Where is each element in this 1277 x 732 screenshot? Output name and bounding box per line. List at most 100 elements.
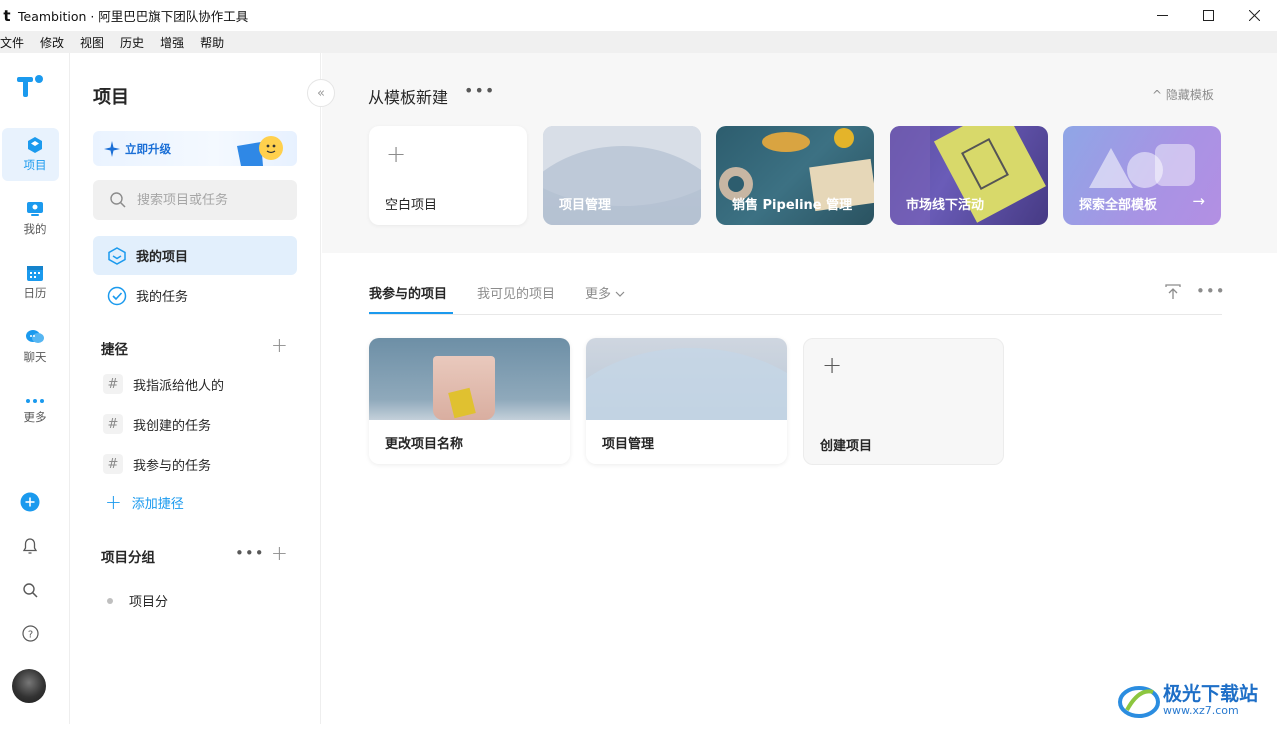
template-blank[interactable]: + 空白项目 [369,126,527,225]
menu-file[interactable]: 文件 [0,34,32,51]
project-card[interactable]: 项目管理 [586,338,787,464]
calendar-icon [27,266,43,281]
watermark: 极光下载站 www.xz7.com [1117,680,1258,720]
template-explore-all[interactable]: 探索全部模板 → [1063,126,1221,225]
template-offline-event[interactable]: 市场线下活动 [890,126,1048,225]
create-project-card[interactable]: + 创建项目 [803,338,1004,465]
help-icon: ? [21,624,39,642]
rail-item-more[interactable]: 更多 [0,396,70,425]
add-circle-icon [20,492,40,512]
plus-icon: + [822,351,843,379]
rail-label-more: 更多 [23,410,47,424]
template-label: 探索全部模板 [1079,198,1158,213]
maximize-icon [1202,10,1214,21]
project-name: 项目管理 [602,437,655,452]
template-label: 项目管理 [559,198,612,213]
menu-history[interactable]: 历史 [112,34,152,51]
hash-icon: # [103,374,123,394]
menu-bar: 文件 修改 视图 历史 增强 帮助 [0,31,1277,53]
export-icon[interactable] [1164,283,1182,301]
templates-title: 从模板新建 [368,88,449,107]
group-label: 项目分 [129,595,169,610]
groups-more-icon[interactable]: ••• [235,544,265,562]
rail-label-chat: 聊天 [23,350,47,364]
add-group-plus-icon[interactable]: + [271,541,288,565]
close-button[interactable] [1231,0,1277,31]
upgrade-label: 立即升级 [125,141,171,156]
menu-help[interactable]: 帮助 [192,34,232,51]
hash-icon: # [103,414,123,434]
shortcut-item[interactable]: # 我创建的任务 [103,413,211,435]
rail-item-chat[interactable]: 聊天 [0,328,70,365]
double-chevron-left-icon: « [317,85,325,101]
menu-view[interactable]: 视图 [72,34,112,51]
minimize-button[interactable] [1139,0,1185,31]
project-tabs: 我参与的项目 我可见的项目 更多 ••• [369,277,1225,315]
nav-my-tasks[interactable]: 我的任务 [93,276,297,315]
tab-participating[interactable]: 我参与的项目 [369,283,447,302]
rail-item-projects[interactable]: 项目 [0,128,70,181]
hash-icon: # [103,454,123,474]
search-icon [22,582,38,598]
close-icon [1248,10,1260,21]
more-actions-icon[interactable]: ••• [1196,283,1226,301]
create-project-label: 创建项目 [820,439,873,454]
bullet-dot-icon [107,597,113,604]
rail-label-calendar: 日历 [23,286,47,300]
rail-item-calendar[interactable]: 日历 [0,264,70,301]
bell-icon [22,538,38,554]
left-rail: 项目 我的 日历 聊天 更多 ? [0,53,70,724]
tab-visible[interactable]: 我可见的项目 [477,283,555,302]
chat-bubbles-icon [26,330,44,343]
plus-icon: + [386,140,407,168]
tabs-actions: ••• [1164,283,1226,301]
shortcuts-header: 捷径 [101,342,128,358]
svg-text:?: ? [27,629,32,640]
group-item[interactable]: 项目分 [107,591,168,610]
rail-item-mine[interactable]: 我的 [0,200,70,237]
watermark-logo-icon [1118,686,1160,718]
mascot-icon [237,135,283,166]
arrow-right-icon: → [1192,192,1205,210]
project-name: 更改项目名称 [385,437,464,452]
add-button[interactable] [19,491,41,513]
menu-enhance[interactable]: 增强 [152,34,192,51]
search-icon [110,192,126,208]
template-label: 空白项目 [385,198,438,213]
search-button[interactable] [19,579,41,601]
shortcut-label: 我指派给他人的 [133,378,225,394]
add-shortcut-plus-icon[interactable]: + [271,333,288,357]
templates-more-icon[interactable]: ••• [464,81,495,100]
project-card[interactable]: 更改项目名称 [369,338,570,464]
collapse-sidebar-button[interactable]: « [307,79,335,107]
templates-section: 从模板新建 ••• ^ 隐藏模板 + 空白项目 项目管理 销售 Pipeline… [322,53,1277,253]
app-icon: t [3,6,11,25]
rail-label-mine: 我的 [23,222,47,236]
add-shortcut-button[interactable]: + 添加捷径 [105,490,184,514]
nav-my-projects[interactable]: 我的项目 [93,236,297,275]
help-button[interactable]: ? [19,622,41,644]
shortcut-item[interactable]: # 我参与的任务 [103,453,211,475]
upgrade-banner[interactable]: 立即升级 [93,131,297,166]
chevron-down-icon [615,291,625,297]
rail-label-projects: 项目 [23,158,47,172]
add-shortcut-label: 添加捷径 [131,496,184,512]
template-project-management[interactable]: 项目管理 [543,126,701,225]
search-box[interactable] [93,180,297,220]
window-title: Teambition · 阿里巴巴旗下团队协作工具 [18,9,249,24]
plus-icon: + [105,490,122,514]
tab-more[interactable]: 更多 [585,283,625,302]
main-content: 从模板新建 ••• ^ 隐藏模板 + 空白项目 项目管理 销售 Pipeline… [322,53,1277,724]
nav-label: 我的项目 [136,250,189,265]
hide-templates-button[interactable]: ^ 隐藏模板 [1152,86,1214,103]
shortcut-label: 我创建的任务 [133,418,212,434]
search-input[interactable] [137,192,287,208]
shortcut-item[interactable]: # 我指派给他人的 [103,373,224,395]
monitor-icon [27,202,43,216]
template-sales-pipeline[interactable]: 销售 Pipeline 管理 [716,126,874,225]
project-cover-image [586,338,787,420]
menu-edit[interactable]: 修改 [32,34,72,51]
maximize-button[interactable] [1185,0,1231,31]
notifications-button[interactable] [19,535,41,557]
avatar[interactable] [12,669,46,703]
